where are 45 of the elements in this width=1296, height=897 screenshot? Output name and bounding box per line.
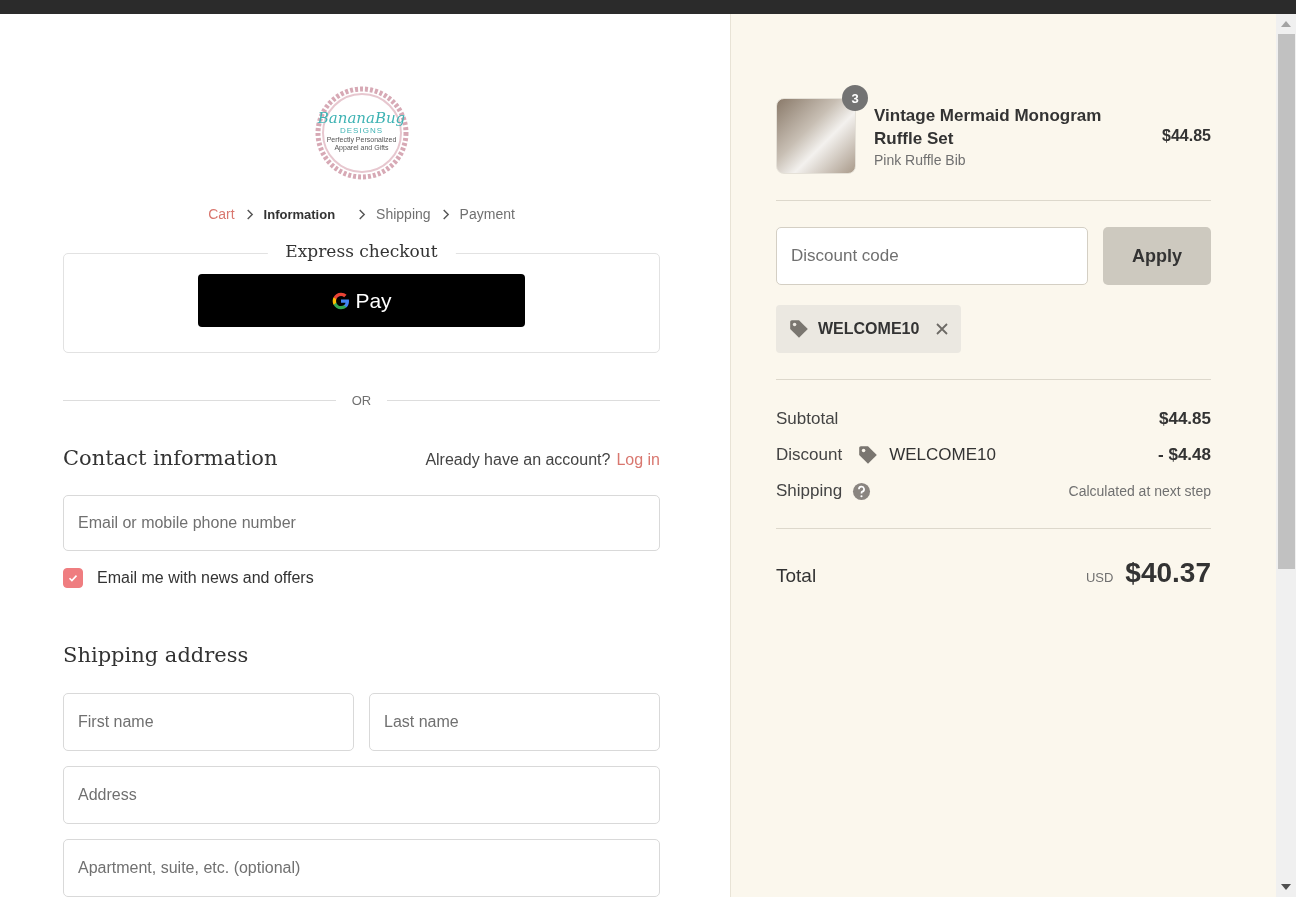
scrollbar[interactable] [1276,14,1296,897]
chevron-right-icon [440,207,450,221]
newsletter-label: Email me with news and offers [97,569,314,587]
email-input-field[interactable]: Email or mobile phone number [63,495,660,551]
chevron-right-icon [244,207,254,221]
or-divider-label: OR [351,393,372,408]
summary-label: Shipping [776,481,843,501]
product-price: $44.85 [1162,127,1211,145]
logo-name: BananaBug [317,110,406,127]
address-input-field[interactable]: Apartment, suite, etc. (optional) [63,839,660,897]
scroll-up-arrow-icon[interactable] [1281,21,1291,27]
summary-value: Calculated at next step [1068,483,1211,499]
address-input-field[interactable]: Last name [369,693,660,751]
total-amount: $40.37 [1125,557,1211,589]
discount-code-label: WELCOME10 [818,320,920,338]
address-input-field[interactable]: First name [63,693,354,751]
breadcrumb-step: Payment [459,206,515,223]
google-pay-button[interactable]: Pay [198,274,525,328]
quantity-badge: 3 [842,85,868,111]
chevron-right-icon [357,207,367,221]
address-input-field[interactable]: Address [63,766,660,824]
help-icon[interactable] [852,481,872,501]
scroll-down-arrow-icon[interactable] [1281,884,1291,890]
shipping-address-heading: Shipping address [63,643,250,667]
total-label: Total [776,565,817,587]
newsletter-checkbox[interactable] [63,568,83,588]
discount-code-field[interactable]: Discount code [776,227,1088,285]
account-prompt: Already have an account? [425,451,611,469]
product-name: Vintage Mermaid Monogram Ruffle Set [874,105,1103,150]
summary-label: Subtotal [776,409,839,429]
product-variant: Pink Ruffle Bib [874,152,967,168]
summary-label: Discount [776,445,843,465]
discount-code-label: WELCOME10 [889,445,996,465]
summary-value: $44.85 [1159,409,1211,429]
checkmark-icon [67,572,79,584]
tag-icon [788,318,810,340]
breadcrumb-step: Information [263,206,336,222]
apply-button[interactable]: Apply [1103,227,1211,285]
g-logo-icon [331,290,352,311]
close-icon[interactable] [935,322,950,336]
breadcrumb-step: Shipping [376,206,431,223]
currency-code: USD [1085,570,1114,585]
logo-subtitle: DESIGNS [340,126,383,136]
summary-value: - $4.48 [1158,445,1211,465]
contact-heading: Contact information [63,446,278,470]
